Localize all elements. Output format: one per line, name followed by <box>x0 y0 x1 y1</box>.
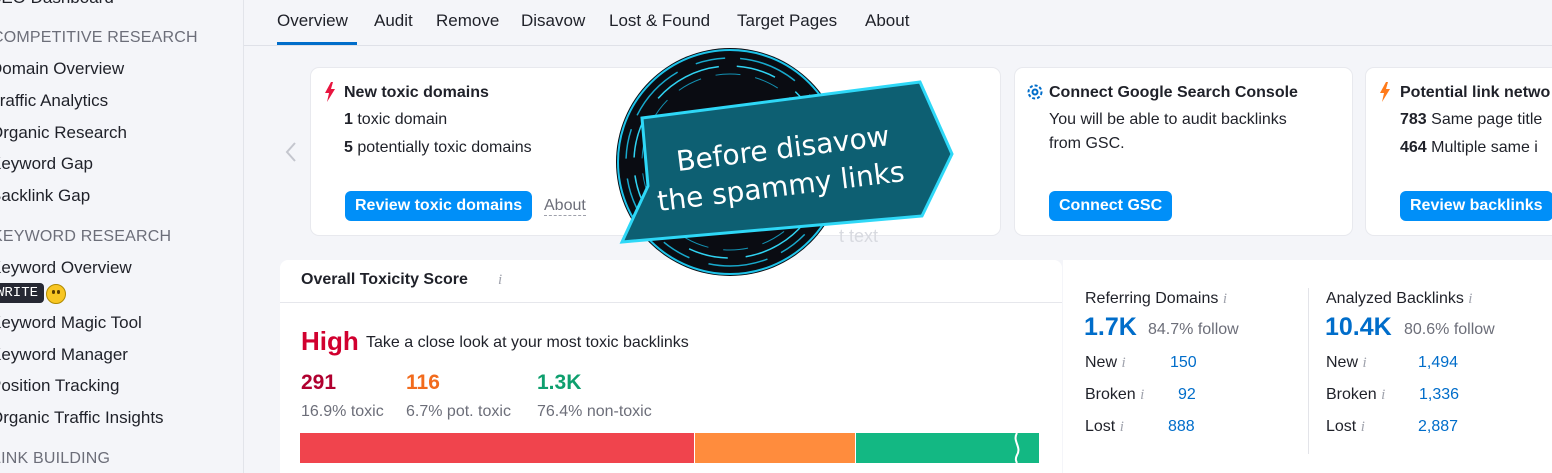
bl-lost-label: Lost i <box>1326 418 1365 435</box>
toxicity-bar <box>300 433 1039 463</box>
sidebar: SEO Dashboard COMPETITIVE RESEARCH Domai… <box>0 0 244 473</box>
analyzed-backlinks-label: Analyzed Backlinks i <box>1326 290 1473 307</box>
tab-remove[interactable]: Remove <box>436 11 499 31</box>
review-toxic-domains-button[interactable]: Review toxic domains <box>345 191 533 221</box>
ref-broken-label: Broken i <box>1085 386 1145 403</box>
sidebar-item-traffic-analytics[interactable]: Traffic Analytics <box>0 91 108 111</box>
write-badge[interactable]: WRITE <box>0 283 45 303</box>
carousel-prev-icon[interactable] <box>284 141 298 163</box>
toxicity-level: High <box>301 326 359 356</box>
backlinks-follow: 80.6% follow <box>1404 321 1495 338</box>
bar-break-icon <box>1014 433 1020 463</box>
info-icon[interactable]: i <box>1120 419 1124 435</box>
bl-broken-value[interactable]: 1,336 <box>1419 386 1459 404</box>
sidebar-section-link-building: LINK BUILDING <box>0 450 111 467</box>
potentially-toxic-count: 5 potentially toxic domains <box>344 139 532 156</box>
bl-new-label: New i <box>1326 354 1367 371</box>
non-toxic-count: 1.3K <box>537 371 582 394</box>
referring-follow: 84.7% follow <box>1148 321 1239 338</box>
bl-new-value[interactable]: 1,494 <box>1418 354 1458 372</box>
same-page-title-count: 783 Same page title <box>1400 111 1543 128</box>
info-icon[interactable]: i <box>1362 355 1366 371</box>
info-icon[interactable]: i <box>1140 387 1144 403</box>
gear-icon <box>1027 84 1043 100</box>
sidebar-item-domain-overview[interactable]: Domain Overview <box>0 59 124 79</box>
connect-gsc-button[interactable]: Connect GSC <box>1049 191 1173 221</box>
pot-toxic-count: 116 <box>406 371 440 394</box>
gsc-card-title: Connect Google Search Console <box>1049 84 1298 101</box>
toxic-domain-count: 1 toxic domain <box>344 111 448 128</box>
tab-audit[interactable]: Audit <box>374 11 413 31</box>
info-icon[interactable]: i <box>1381 387 1385 403</box>
toxic-pct: 16.9% toxic <box>301 403 384 420</box>
toxicity-panel: Overall Toxicity Score i High Take a clo… <box>280 260 1062 473</box>
info-icon[interactable]: i <box>1361 419 1365 435</box>
gsc-card-line2: from GSC. <box>1049 135 1125 152</box>
gsc-card-line1: You will be able to audit backlinks <box>1049 111 1287 128</box>
about-link[interactable]: About <box>544 197 586 216</box>
lightning-icon <box>325 82 335 102</box>
lightning-icon <box>1380 82 1390 102</box>
sidebar-item-keyword-magic-tool[interactable]: Keyword Magic Tool <box>0 313 142 333</box>
toxic-count: 291 <box>301 371 337 394</box>
analyzed-backlinks-value[interactable]: 10.4K <box>1325 313 1392 342</box>
bl-lost-value[interactable]: 2,887 <box>1418 418 1458 436</box>
sidebar-item-keyword-manager[interactable]: Keyword Manager <box>0 345 128 365</box>
info-icon[interactable]: i <box>1121 355 1125 371</box>
ref-new-label: New i <box>1085 354 1126 371</box>
sidebar-section-keyword: KEYWORD RESEARCH <box>0 228 172 245</box>
tab-disavow[interactable]: Disavow <box>521 11 585 31</box>
info-icon[interactable]: i <box>498 272 502 289</box>
ref-lost-value[interactable]: 888 <box>1168 418 1195 436</box>
ref-lost-label: Lost i <box>1085 418 1124 435</box>
referring-domains-label: Referring Domains i <box>1085 290 1228 307</box>
sidebar-item-keyword-gap[interactable]: Keyword Gap <box>0 154 93 174</box>
pot-toxic-pct: 6.7% pot. toxic <box>406 403 511 420</box>
non-toxic-pct: 76.4% non-toxic <box>537 403 652 420</box>
pot-toxic-segment <box>695 433 856 463</box>
sidebar-item-organic-research[interactable]: Organic Research <box>0 123 127 143</box>
ref-new-value[interactable]: 150 <box>1170 354 1197 372</box>
info-icon[interactable]: i <box>1223 291 1227 307</box>
toxicity-message: Take a close look at your most toxic bac… <box>366 334 689 351</box>
sidebar-item-backlink-gap[interactable]: Backlink Gap <box>0 186 90 206</box>
multiple-same-count: 464 Multiple same i <box>1400 139 1538 156</box>
overlay-sticker: Before disavow the spammy links <box>616 48 954 276</box>
sidebar-item-seo-dashboard[interactable]: SEO Dashboard <box>0 0 114 8</box>
ref-broken-value[interactable]: 92 <box>1178 386 1196 404</box>
referring-domains-value[interactable]: 1.7K <box>1084 313 1137 342</box>
sidebar-section-competitive: COMPETITIVE RESEARCH <box>0 29 198 46</box>
toxic-card-title: New toxic domains <box>344 84 489 101</box>
toxicity-title: Overall Toxicity Score <box>301 271 468 288</box>
sidebar-item-position-tracking[interactable]: Position Tracking <box>0 376 119 396</box>
sidebar-item-keyword-overview[interactable]: Keyword Overview <box>0 258 132 278</box>
gsc-card: Connect Google Search Console You will b… <box>1015 68 1352 235</box>
smiley-icon <box>46 284 66 304</box>
bl-broken-label: Broken i <box>1326 386 1386 403</box>
active-tab-indicator <box>277 42 357 45</box>
network-card-title: Potential link netwo <box>1400 84 1551 101</box>
metrics-panel: Referring Domains i 1.7K 84.7% follow Ne… <box>1063 260 1552 473</box>
review-backlinks-button[interactable]: Review backlinks <box>1400 191 1552 221</box>
sidebar-item-organic-traffic-insights[interactable]: Organic Traffic Insights <box>0 408 164 428</box>
toxic-segment <box>300 433 695 463</box>
non-toxic-segment <box>856 433 1039 463</box>
info-icon[interactable]: i <box>1468 291 1472 307</box>
tab-overview[interactable]: Overview <box>277 11 348 31</box>
link-network-card: Potential link netwo 783 Same page title… <box>1366 68 1552 235</box>
